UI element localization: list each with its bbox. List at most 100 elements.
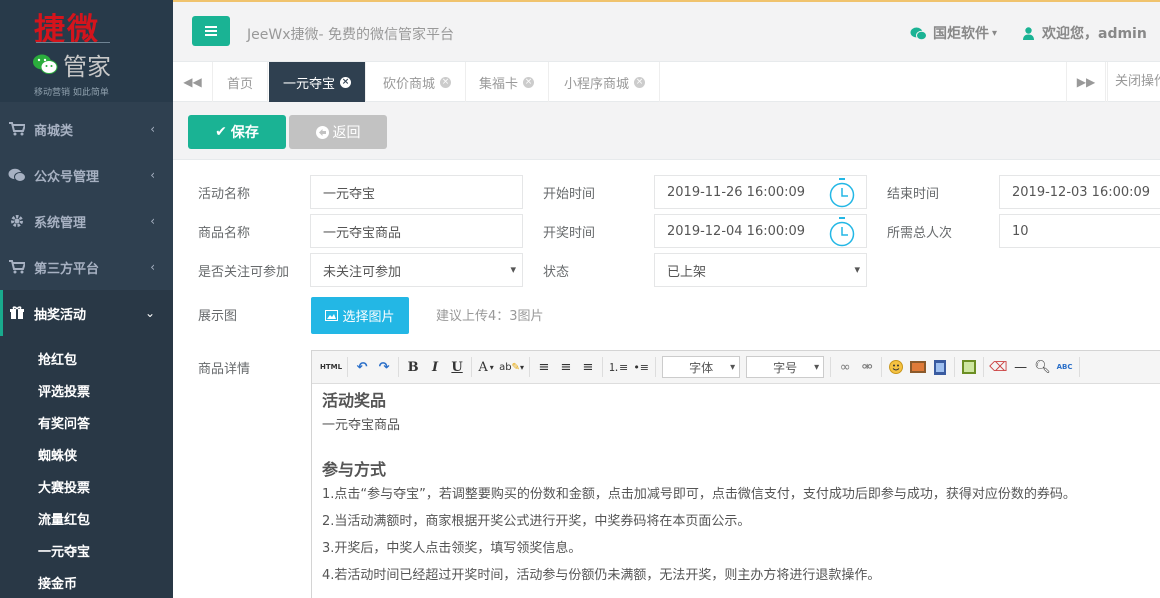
sidebar-item-system[interactable]: 系统管理 ‹ bbox=[0, 198, 173, 244]
user-welcome[interactable]: 欢迎您，admin bbox=[1023, 23, 1147, 43]
align-left-icon[interactable]: ≡ bbox=[535, 357, 553, 377]
double-chevron-left-icon: ◀◀ bbox=[183, 75, 202, 89]
editor-paragraph: 2.当活动满额时，商家根据开奖公式进行开奖，中奖券码将在本页面公示。 bbox=[322, 514, 751, 529]
insert-video-icon[interactable] bbox=[931, 357, 949, 377]
start-time-label: 开始时间 bbox=[543, 187, 596, 202]
align-right-icon[interactable]: ≡ bbox=[579, 357, 597, 377]
main-content: ✔ 保存 返回 活动名称 一元夺宝 开始时间 2019-11-26 16:00:… bbox=[173, 102, 1160, 598]
close-icon[interactable]: × bbox=[523, 76, 535, 88]
undo-icon[interactable]: ↶ bbox=[353, 357, 371, 377]
tabs-bar: ◀◀ 首页 一元夺宝 × 砍价商城 × 集福卡 × 小程序商城 × ▶▶ 关闭操… bbox=[173, 62, 1160, 102]
tab-home[interactable]: 首页 bbox=[213, 62, 269, 102]
status-select[interactable]: 已上架 bbox=[654, 253, 867, 287]
rich-text-editor[interactable]: HTML ↶ ↷ B I U A▾ ab✎▾ ≡ ≡ ≡ ⒈≡ •≡ 字体 字号… bbox=[311, 350, 1160, 598]
close-icon[interactable]: × bbox=[440, 76, 452, 88]
tab-label: 集福卡 bbox=[479, 76, 519, 92]
find-replace-icon[interactable]: 🔍︎ bbox=[1034, 357, 1052, 377]
logo-divider bbox=[36, 42, 110, 43]
follow-required-select[interactable]: 未关注可参加 bbox=[310, 253, 523, 287]
editor-body[interactable]: 活动奖品 一元夺宝商品 参与方式 1.点击“参与夺宝”，若调整要购买的份数和金额… bbox=[312, 384, 1160, 595]
save-label: 保存 bbox=[230, 125, 259, 141]
toolbar-separator bbox=[655, 357, 657, 377]
pick-image-button[interactable]: 选择图片 bbox=[311, 297, 409, 334]
tab-fu-card[interactable]: 集福卡 × bbox=[465, 62, 550, 102]
tabs-scroll-left-button[interactable]: ◀◀ bbox=[173, 62, 213, 102]
chevron-left-icon: ‹ bbox=[150, 168, 155, 182]
unlink-icon[interactable]: ⚮ bbox=[858, 357, 876, 377]
submenu-item[interactable]: 大赛投票 bbox=[0, 470, 173, 502]
italic-icon[interactable]: I bbox=[426, 357, 444, 377]
horizontal-rule-icon[interactable]: — bbox=[1012, 357, 1030, 377]
font-family-select[interactable]: 字体 bbox=[662, 356, 741, 378]
activity-name-input[interactable]: 一元夺宝 bbox=[310, 175, 523, 209]
total-required-input[interactable]: 10 bbox=[999, 214, 1160, 248]
follow-required-value: 未关注可参加 bbox=[323, 264, 402, 280]
welcome-text: 欢迎您，admin bbox=[1042, 26, 1147, 42]
toolbar-separator bbox=[954, 357, 956, 377]
close-operations-menu[interactable]: 关闭操作 bbox=[1107, 62, 1160, 102]
spellcheck-icon[interactable]: ABC bbox=[1056, 357, 1074, 377]
eraser-icon[interactable]: ⌫ bbox=[989, 357, 1007, 377]
logo[interactable]: 捷微 管家 移动营销 如此简单 bbox=[0, 0, 173, 102]
status-value: 已上架 bbox=[667, 264, 707, 280]
link-icon[interactable]: ∞ bbox=[836, 357, 854, 377]
tab-yiyuan-duobao[interactable]: 一元夺宝 × bbox=[269, 62, 367, 102]
submenu-item[interactable]: 流量红包 bbox=[0, 502, 173, 534]
back-button[interactable]: 返回 bbox=[289, 115, 387, 149]
insert-picture-icon[interactable] bbox=[960, 357, 978, 377]
font-color-icon[interactable]: A ▾ bbox=[477, 357, 495, 377]
ordered-list-icon[interactable]: ⒈≡ bbox=[608, 357, 628, 377]
tab-bargain-mall[interactable]: 砍价商城 × bbox=[369, 62, 467, 102]
sidebar-item-label: 抽奖活动 bbox=[34, 307, 87, 323]
emoticon-icon[interactable] bbox=[887, 357, 905, 377]
close-icon[interactable]: × bbox=[634, 76, 646, 88]
gift-icon bbox=[8, 306, 26, 320]
editor-toolbar: HTML ↶ ↷ B I U A▾ ab✎▾ ≡ ≡ ≡ ⒈≡ •≡ 字体 字号… bbox=[312, 351, 1160, 384]
sidebar-item-shop[interactable]: 商城类 ‹ bbox=[0, 106, 173, 152]
toolbar-separator bbox=[528, 357, 530, 377]
font-size-select[interactable]: 字号 bbox=[746, 356, 825, 378]
submenu-item[interactable]: 评选投票 bbox=[0, 374, 173, 406]
image-icon bbox=[325, 310, 339, 321]
html-source-icon[interactable]: HTML bbox=[320, 357, 342, 377]
sidebar-item-wechat[interactable]: 公众号管理 ‹ bbox=[0, 152, 173, 198]
product-name-input[interactable]: 一元夺宝商品 bbox=[310, 214, 523, 248]
end-time-input[interactable]: 2019-12-03 16:00:09 bbox=[999, 175, 1160, 209]
redo-icon[interactable]: ↷ bbox=[375, 357, 393, 377]
sidebar-item-label: 公众号管理 bbox=[34, 169, 100, 185]
user-icon bbox=[1023, 26, 1034, 40]
clock-icon[interactable] bbox=[828, 217, 856, 247]
highlight-color-icon[interactable]: ab ✎ ▾ bbox=[499, 357, 524, 377]
chevron-left-icon: ‹ bbox=[150, 260, 155, 274]
underline-icon[interactable]: U bbox=[448, 357, 466, 377]
follow-required-label: 是否关注可参加 bbox=[198, 265, 290, 280]
unordered-list-icon[interactable]: •≡ bbox=[632, 357, 650, 377]
align-center-icon[interactable]: ≡ bbox=[557, 357, 575, 377]
editor-heading: 活动奖品 bbox=[322, 391, 387, 410]
submenu-item[interactable]: 蜘蛛侠 bbox=[0, 438, 173, 470]
sidebar-item-lottery[interactable]: 抽奖活动 ⌄ bbox=[0, 290, 173, 336]
tab-label: 砍价商城 bbox=[383, 76, 436, 92]
sidebar-item-third-party[interactable]: 第三方平台 ‹ bbox=[0, 244, 173, 290]
insert-image-icon[interactable] bbox=[909, 357, 927, 377]
save-button[interactable]: ✔ 保存 bbox=[188, 115, 286, 149]
total-required-label: 所需总人次 bbox=[887, 226, 953, 241]
close-icon[interactable]: × bbox=[340, 76, 352, 88]
wechat-icon bbox=[8, 168, 26, 182]
display-image-label: 展示图 bbox=[198, 309, 238, 324]
tab-mini-program-mall[interactable]: 小程序商城 × bbox=[550, 62, 661, 102]
toolbar-separator bbox=[983, 357, 985, 377]
submenu-item[interactable]: 接金币 bbox=[0, 566, 173, 598]
submenu-item[interactable]: 抢红包 bbox=[0, 342, 173, 374]
company-menu[interactable]: 国炬软件 ▾ bbox=[910, 23, 997, 43]
submenu-item[interactable]: 有奖问答 bbox=[0, 406, 173, 438]
tabs-scroll-right-button[interactable]: ▶▶ bbox=[1066, 62, 1106, 102]
bold-icon[interactable]: B bbox=[404, 357, 422, 377]
end-time-label: 结束时间 bbox=[887, 187, 940, 202]
product-name-label: 商品名称 bbox=[198, 226, 251, 241]
menu-toggle-button[interactable] bbox=[192, 16, 230, 46]
draw-time-input[interactable]: 2019-12-04 16:00:09 bbox=[654, 214, 867, 248]
clock-icon[interactable] bbox=[828, 178, 856, 208]
start-time-input[interactable]: 2019-11-26 16:00:09 bbox=[654, 175, 867, 209]
submenu-item[interactable]: 一元夺宝 bbox=[0, 534, 173, 566]
